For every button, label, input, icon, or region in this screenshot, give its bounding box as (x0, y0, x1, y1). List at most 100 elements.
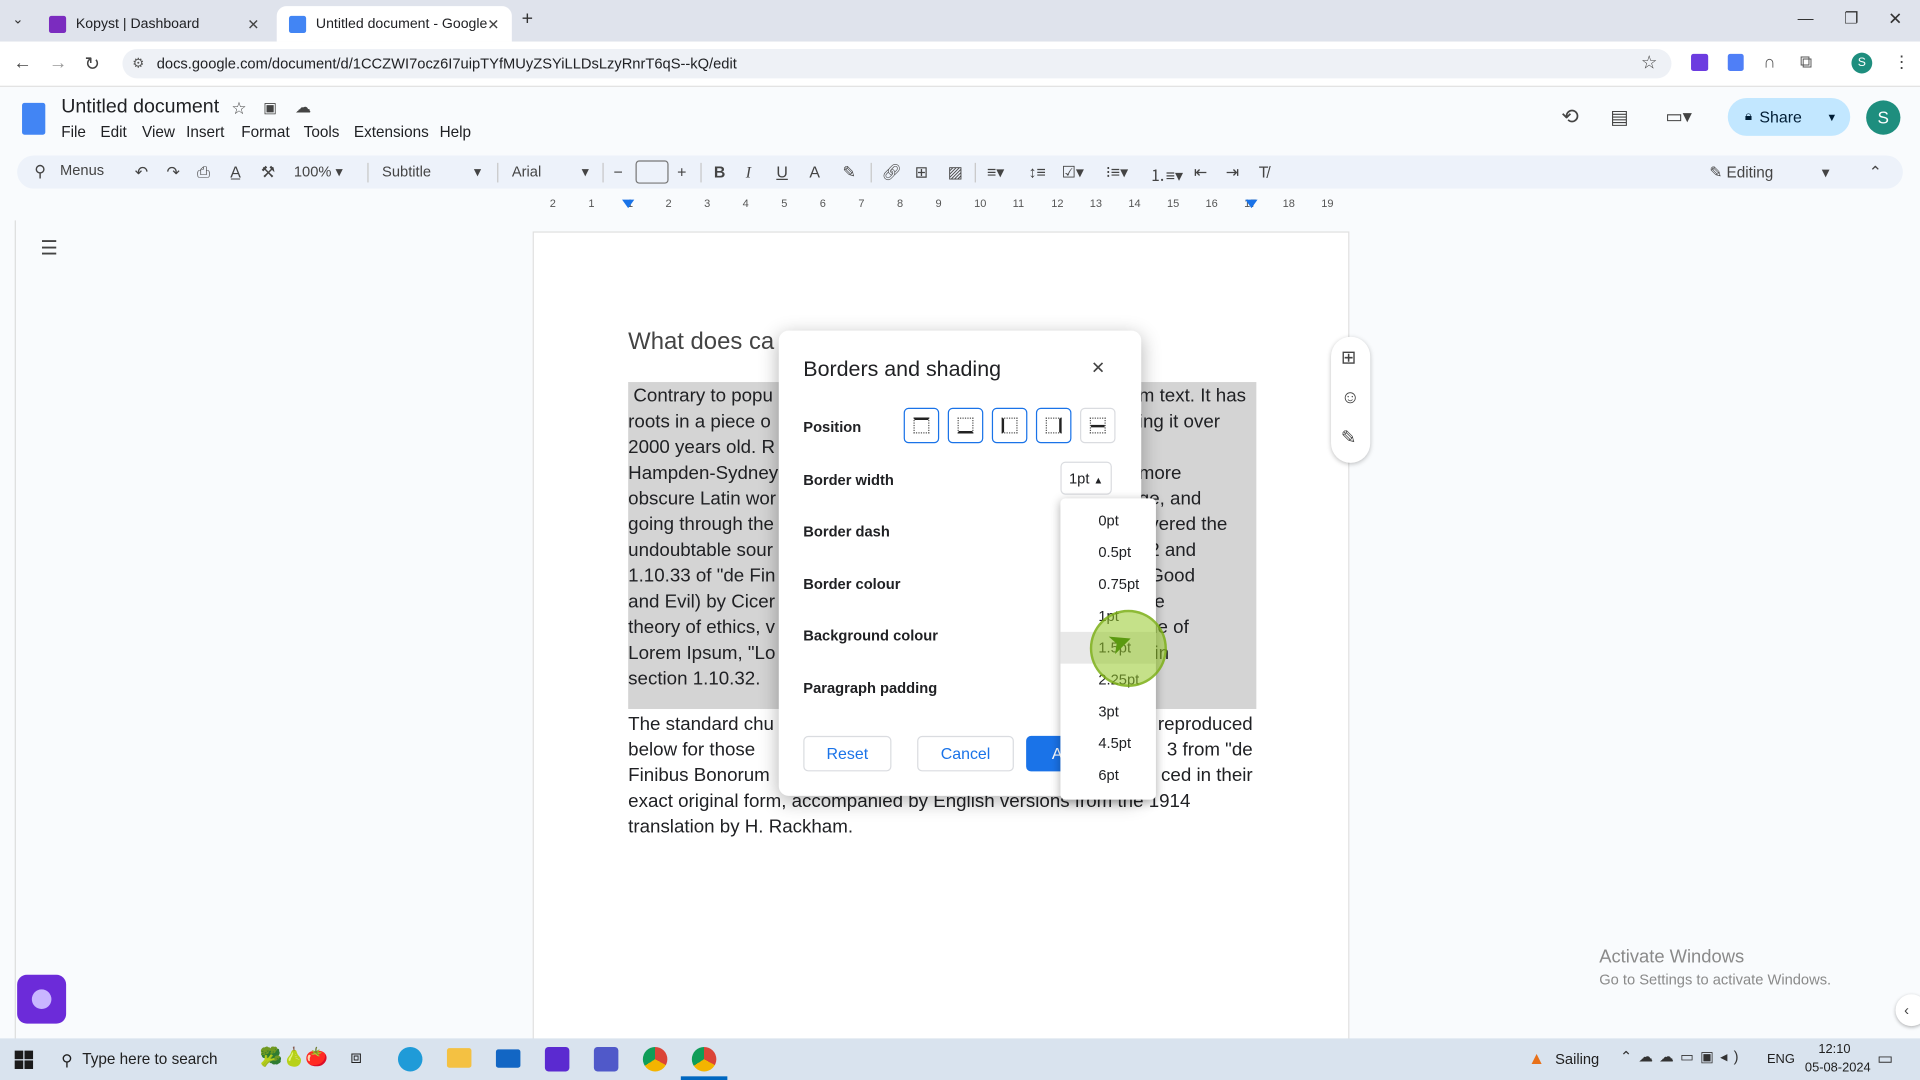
taskbar-search[interactable]: ⚲ Type here to search (49, 1038, 257, 1080)
insert-image-icon[interactable]: ▨ (948, 163, 963, 183)
border-width-option[interactable]: 0pt (1060, 504, 1156, 536)
task-view-icon[interactable]: ⧈ (350, 1047, 362, 1068)
add-comment-icon[interactable]: ⊞ (915, 163, 928, 183)
tab-kopyst[interactable]: Kopyst | Dashboard ✕ (37, 6, 272, 42)
tab-search-icon[interactable]: ⌄ (12, 11, 23, 27)
new-tab-button[interactable]: + (522, 9, 533, 31)
suggest-edit-icon[interactable]: ✎ (1341, 426, 1356, 448)
back-icon[interactable]: ← (13, 53, 31, 74)
kopyst-extension-icon[interactable] (1691, 53, 1709, 72)
chrome-active-icon[interactable] (691, 1046, 717, 1072)
version-history-icon[interactable]: ⟲ (1561, 105, 1578, 129)
mail-icon[interactable] (495, 1049, 521, 1068)
align-icon[interactable]: ≡▾ (987, 163, 1004, 183)
outline-icon[interactable]: ☰ (40, 236, 58, 260)
extensions-puzzle-icon[interactable]: ⧉ (1800, 51, 1812, 72)
border-width-option[interactable]: 6pt (1060, 759, 1156, 791)
menu-insert[interactable]: Insert (186, 124, 224, 141)
extension-arc-icon[interactable]: ∩ (1763, 51, 1775, 71)
weather-label[interactable]: Sailing (1555, 1051, 1599, 1068)
numbered-list-icon[interactable]: ⒈≡▾ (1150, 163, 1183, 186)
tab-docs[interactable]: Untitled document - Google Do ✕ (276, 6, 512, 42)
language-indicator[interactable]: ENG (1767, 1052, 1795, 1067)
border-right-button[interactable] (1035, 407, 1072, 444)
bold-icon[interactable]: B (714, 163, 725, 181)
cancel-button[interactable]: Cancel (917, 735, 1014, 772)
menu-extensions[interactable]: Extensions (354, 124, 429, 141)
border-width-option[interactable]: 0.75pt (1060, 568, 1156, 600)
side-panel-toggle[interactable]: ‹ (1895, 994, 1920, 1027)
chevron-down-icon[interactable]: ▼ (1826, 111, 1837, 123)
insert-link-icon[interactable]: 🔗︎ (882, 163, 902, 183)
right-indent-marker[interactable] (1245, 199, 1258, 209)
redo-icon[interactable]: ↷ (167, 163, 180, 183)
border-width-select[interactable]: 1pt ▲ (1060, 461, 1112, 495)
font-select[interactable]: Arial ▾ (512, 163, 592, 180)
browser-menu-icon[interactable]: ⋮ (1893, 51, 1910, 72)
border-top-button[interactable] (903, 407, 940, 444)
teams-icon[interactable] (593, 1046, 619, 1072)
share-button[interactable]: 🔒︎ Share ▼ (1727, 97, 1851, 136)
paint-format-icon[interactable]: ⚒ (261, 163, 275, 183)
meet-icon[interactable]: ▭▾ (1665, 105, 1692, 128)
bookmark-star-icon[interactable]: ☆ (1641, 51, 1657, 74)
account-avatar[interactable]: S (1866, 100, 1901, 135)
menu-tools[interactable]: Tools (304, 124, 340, 141)
document-heading[interactable]: What does ca (628, 329, 774, 355)
url-input[interactable]: docs.google.com/document/d/1CCZWI7ocz6I7… (122, 48, 1672, 79)
clear-formatting-icon[interactable]: T̸ (1259, 163, 1269, 181)
reset-button[interactable]: Reset (803, 735, 892, 772)
close-icon[interactable]: ✕ (247, 15, 259, 32)
edge-icon[interactable] (397, 1046, 423, 1072)
search-menus[interactable]: Menus (60, 162, 104, 179)
increase-indent-icon[interactable]: ⇥ (1226, 163, 1239, 183)
menu-view[interactable]: View (142, 124, 175, 141)
editing-mode-select[interactable]: ✎ Editing ▾ (1709, 163, 1831, 181)
line-spacing-icon[interactable]: ↕≡ (1029, 163, 1046, 181)
border-width-option[interactable]: 3pt (1060, 696, 1156, 728)
zoom-select[interactable]: 100% ▾ (294, 163, 343, 180)
style-select[interactable]: Subtitle ▾ (382, 163, 486, 180)
decrease-indent-icon[interactable]: ⇤ (1194, 163, 1207, 183)
italic-icon[interactable]: I (746, 163, 751, 183)
clock-date[interactable]: 05-08-2024 (1805, 1060, 1871, 1075)
add-comment-side-icon[interactable]: ⊞ (1341, 347, 1356, 369)
restore-button[interactable]: ❐ (1844, 9, 1858, 29)
document-title[interactable]: Untitled document (61, 97, 219, 119)
kopyst-widget-button[interactable] (17, 974, 67, 1024)
move-folder-icon[interactable]: ▣ (263, 99, 277, 116)
docs-logo-icon[interactable] (22, 102, 46, 135)
text-color-icon[interactable]: A (809, 163, 820, 181)
underline-icon[interactable]: U (776, 163, 787, 181)
comments-icon[interactable]: ▤ (1610, 105, 1629, 129)
close-icon[interactable]: ✕ (487, 15, 499, 32)
clock-time[interactable]: 12:10 (1818, 1042, 1850, 1057)
kopyst-taskbar-icon[interactable] (544, 1046, 570, 1072)
reload-icon[interactable]: ↻ (84, 53, 99, 75)
star-icon[interactable]: ☆ (231, 98, 246, 119)
system-tray-icons[interactable]: ⌃☁☁▭▣◂) (1620, 1048, 1745, 1065)
left-indent-marker[interactable] (622, 199, 635, 209)
menu-file[interactable]: File (61, 124, 86, 141)
minimize-button[interactable]: — (1798, 9, 1814, 27)
profile-avatar[interactable]: S (1851, 52, 1873, 74)
menu-format[interactable]: Format (241, 124, 289, 141)
menu-edit[interactable]: Edit (100, 124, 126, 141)
notifications-icon[interactable]: ▭ (1877, 1048, 1893, 1069)
checklist-icon[interactable]: ☑▾ (1062, 163, 1084, 183)
forward-icon[interactable]: → (49, 53, 67, 74)
search-menus-icon[interactable]: ⚲ (34, 162, 46, 182)
border-bottom-button[interactable] (947, 407, 984, 444)
font-size-input[interactable] (635, 160, 669, 184)
border-width-option[interactable]: 0.5pt (1060, 536, 1156, 568)
undo-icon[interactable]: ↶ (135, 163, 148, 183)
hide-menus-icon[interactable]: ⌃ (1869, 163, 1882, 183)
highlight-icon[interactable]: ✎ (842, 163, 855, 183)
border-width-option[interactable]: 4.5pt (1060, 727, 1156, 759)
extension-icon[interactable] (1727, 53, 1744, 72)
site-info-icon[interactable]: ⚙ (132, 55, 144, 71)
increase-font-size-icon[interactable]: + (677, 163, 686, 181)
windows-start-icon[interactable] (14, 1050, 34, 1069)
file-explorer-icon[interactable] (446, 1048, 472, 1068)
window-close-button[interactable]: ✕ (1888, 9, 1902, 30)
